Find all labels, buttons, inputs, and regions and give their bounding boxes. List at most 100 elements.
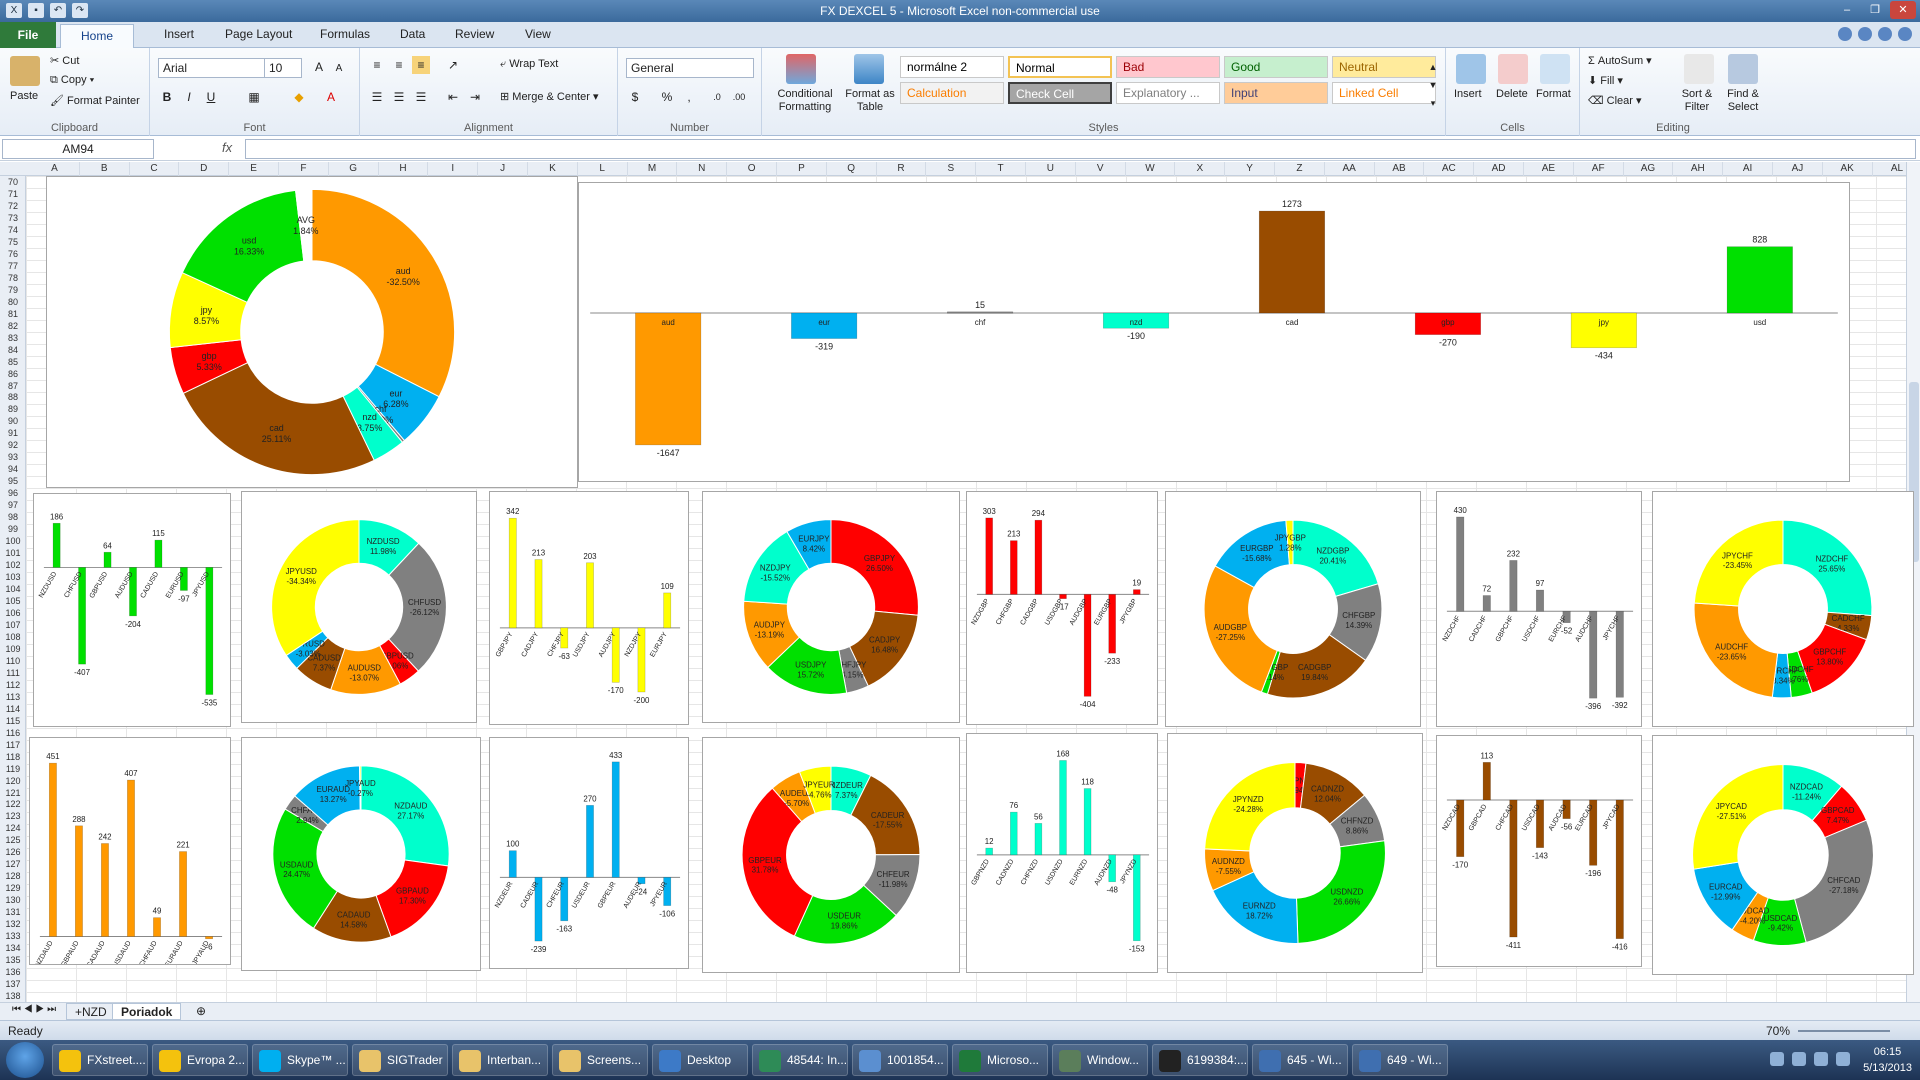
column-header[interactable]: X [1175, 162, 1226, 176]
row-header[interactable]: 116 [0, 727, 26, 739]
column-header[interactable]: Y [1225, 162, 1275, 176]
column-header[interactable]: AB [1375, 162, 1425, 176]
taskbar-item[interactable]: 48544: In... [752, 1044, 848, 1076]
column-header[interactable]: N [677, 162, 728, 176]
donut-chart[interactable]: NZDEUR 7.37% CADEUR -17.55% CHFEUR -11.98% USD… [702, 737, 960, 973]
row-header[interactable]: 74 [0, 224, 26, 236]
tab-view[interactable]: View [525, 27, 551, 41]
column-header[interactable]: AC [1424, 162, 1475, 176]
align-left-icon[interactable]: ☰ [368, 88, 386, 106]
currency-button[interactable]: $ [626, 88, 644, 106]
taskbar-item[interactable]: SIGTrader [352, 1044, 448, 1076]
increase-indent-icon[interactable]: ⇥ [466, 88, 484, 106]
donut-chart[interactable]: NZDUSD 11.98% CHFUSD -26.12% GBPUSD 4.06% AUDU… [241, 491, 477, 723]
row-header[interactable]: 93 [0, 451, 26, 463]
format-painter-button[interactable]: 🖌 Format Painter [50, 94, 140, 107]
cell-style-6[interactable]: Check Cell [1008, 82, 1112, 104]
column-header[interactable]: A [30, 162, 80, 176]
column-header[interactable]: AI [1723, 162, 1773, 176]
cell-style-0[interactable]: normálne 2 [900, 56, 1004, 78]
conditional-formatting-icon[interactable] [786, 54, 816, 84]
donut-chart[interactable]: GBPNZD 1.94% CADNZD 12.04% CHFNZD 8.86% USDNZD… [1167, 733, 1423, 973]
row-header[interactable]: 72 [0, 200, 26, 212]
taskbar-item[interactable]: 1001854... [852, 1044, 948, 1076]
bar-chart[interactable]: -170 NZDCAD 113 GBPCAD -411 CHFCAD -143 USDCAD -… [1436, 735, 1642, 967]
row-header[interactable]: 77 [0, 260, 26, 272]
row-header[interactable]: 119 [0, 763, 26, 775]
row-header[interactable]: 83 [0, 332, 26, 344]
row-header[interactable]: 121 [0, 787, 26, 799]
row-header[interactable]: 81 [0, 308, 26, 320]
tab-data[interactable]: Data [400, 27, 425, 41]
column-header[interactable]: L [578, 162, 628, 176]
row-header[interactable]: 124 [0, 822, 26, 834]
column-header[interactable]: AJ [1773, 162, 1823, 176]
column-header[interactable]: O [727, 162, 777, 176]
minimize-ribbon-icon[interactable] [1838, 27, 1852, 41]
format-cells-button[interactable]: Format [1536, 88, 1571, 100]
tray-icon[interactable] [1814, 1052, 1828, 1066]
bold-button[interactable]: B [158, 88, 176, 106]
cell-style-3[interactable]: Good [1224, 56, 1328, 78]
column-header[interactable]: B [80, 162, 130, 176]
row-header[interactable]: 129 [0, 882, 26, 894]
bar-chart[interactable]: 303 NZDGBP 213 CHFGBP 294 CADGBP -17 USDGBP -404… [966, 491, 1158, 725]
row-header[interactable]: 100 [0, 535, 26, 547]
column-header[interactable]: G [329, 162, 379, 176]
tab-file[interactable]: File [0, 22, 56, 48]
copy-button[interactable]: ⧉ Copy ▾ [50, 74, 94, 87]
row-header[interactable]: 127 [0, 858, 26, 870]
row-header[interactable]: 78 [0, 272, 26, 284]
bar-chart[interactable]: 430 NZDCHF 72 CADCHF 232 GBPCHF 97 USDCHF -52 EUR… [1436, 491, 1642, 727]
row-header[interactable]: 96 [0, 487, 26, 499]
row-header[interactable]: 104 [0, 583, 26, 595]
decrease-indent-icon[interactable]: ⇤ [444, 88, 462, 106]
row-header[interactable]: 137 [0, 978, 26, 990]
orientation-icon[interactable]: ↗ [444, 56, 462, 74]
row-header[interactable]: 133 [0, 930, 26, 942]
autosum-button[interactable]: Σ AutoSum ▾ [1588, 54, 1652, 67]
row-header[interactable]: 118 [0, 751, 26, 763]
column-header[interactable]: Q [827, 162, 877, 176]
row-header[interactable]: 91 [0, 427, 26, 439]
increase-decimal-icon[interactable]: .0 [708, 88, 726, 106]
row-header[interactable]: 132 [0, 918, 26, 930]
font-size-input[interactable]: 10 [264, 58, 302, 78]
donut-chart[interactable]: NZDGBP 20.41% CHFGBP 14.39% CADGBP 19.84% USDG… [1165, 491, 1421, 727]
cell-style-1[interactable]: Normal [1008, 56, 1112, 78]
paste-icon[interactable] [10, 56, 40, 86]
column-header[interactable]: V [1076, 162, 1126, 176]
row-header[interactable]: 88 [0, 391, 26, 403]
find-select-button[interactable]: Find & Select [1720, 88, 1766, 114]
column-header[interactable]: W [1126, 162, 1176, 176]
grow-font-icon[interactable]: A [310, 58, 328, 76]
percent-button[interactable]: % [658, 88, 676, 106]
delete-cells-icon[interactable] [1498, 54, 1528, 84]
gallery-down-icon[interactable]: ▼ [1424, 76, 1442, 94]
donut-chart[interactable]: NZDCHF 25.65% CADCHF 4.33% GBPCHF 13.80% USDCH… [1652, 491, 1914, 727]
bar-chart[interactable]: 451 NZDAUD 288 GBPAUD 242 CADAUD 407 USDAUD 49 CH… [29, 737, 231, 965]
find-select-icon[interactable] [1728, 54, 1758, 84]
row-header[interactable]: 94 [0, 463, 26, 475]
taskbar-item[interactable]: Evropa 2... [152, 1044, 248, 1076]
row-header[interactable]: 84 [0, 344, 26, 356]
bar-chart[interactable]: 12 GBPNZD 76 CADNZD 56 CHFNZD 168 USDNZD 118 EURN… [966, 733, 1158, 973]
row-header[interactable]: 112 [0, 679, 26, 691]
align-middle-icon[interactable]: ≡ [390, 56, 408, 74]
column-header[interactable]: I [428, 162, 479, 176]
zoom-level[interactable]: 70% [1766, 1024, 1790, 1038]
fill-button[interactable]: ⬇ Fill ▾ [1588, 74, 1623, 87]
italic-button[interactable]: I [180, 88, 198, 106]
row-header[interactable]: 135 [0, 954, 26, 966]
row-header[interactable]: 114 [0, 703, 26, 715]
column-header[interactable]: AH [1673, 162, 1724, 176]
align-center-icon[interactable]: ☰ [390, 88, 408, 106]
taskbar-item[interactable]: 649 - Wi... [1352, 1044, 1448, 1076]
column-header[interactable]: AF [1574, 162, 1624, 176]
row-header[interactable]: 103 [0, 571, 26, 583]
delete-cells-button[interactable]: Delete [1496, 88, 1528, 100]
row-header[interactable]: 106 [0, 607, 26, 619]
row-header[interactable]: 92 [0, 439, 26, 451]
row-header[interactable]: 123 [0, 810, 26, 822]
taskbar-item[interactable]: Interban... [452, 1044, 548, 1076]
